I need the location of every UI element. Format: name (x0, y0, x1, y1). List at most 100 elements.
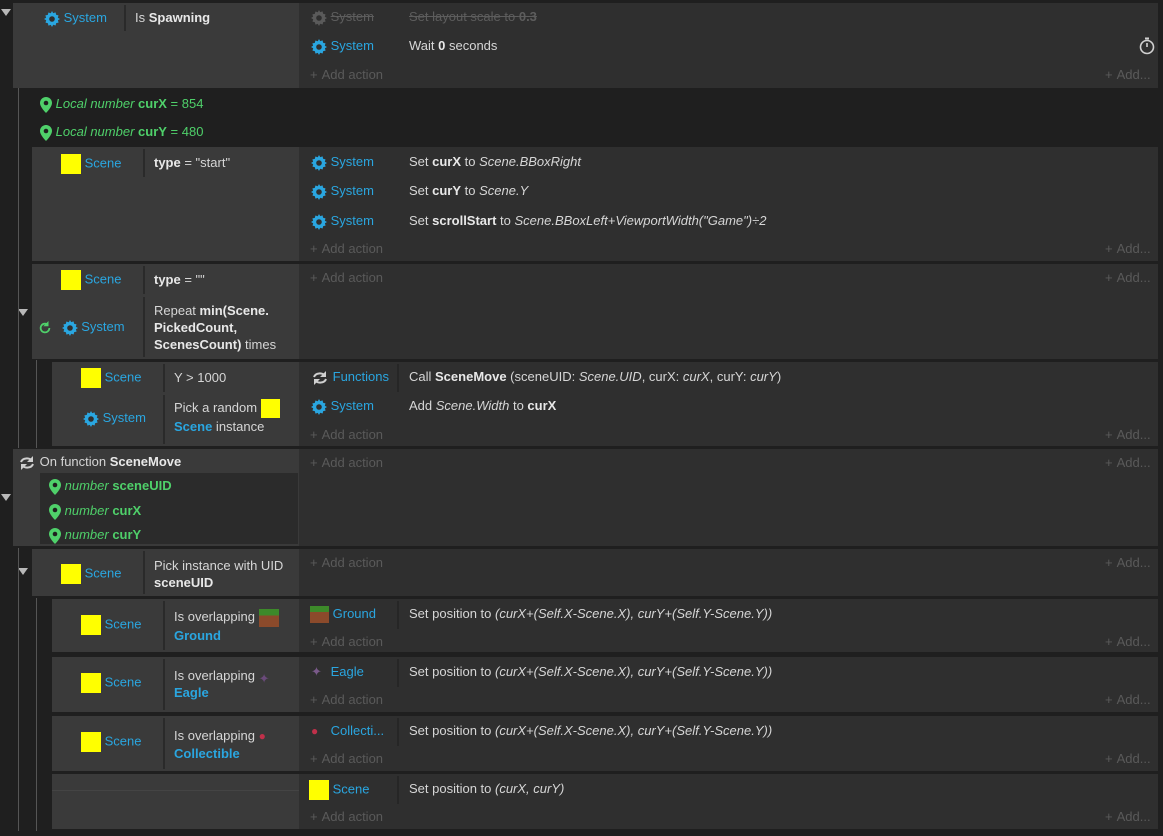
condition-row[interactable]: Scene (81, 615, 142, 635)
condition-row[interactable]: System (38, 319, 125, 336)
gear-icon (311, 39, 327, 55)
collapse-icon[interactable] (18, 309, 28, 316)
scene-swatch (260, 399, 280, 419)
add-more-button[interactable]: + Add... (1105, 270, 1151, 286)
object-name[interactable]: Eagle (331, 664, 364, 679)
map-pin-icon (49, 479, 61, 495)
action-text: Set curX to Scene.BBoxRight (409, 154, 582, 169)
action-text: Set curY to Scene.Y (409, 183, 529, 198)
add-more-button[interactable]: + Add... (1105, 241, 1151, 257)
action-row-disabled[interactable]: System (311, 9, 374, 26)
map-pin-icon (49, 504, 61, 520)
add-more-button[interactable]: + Add... (1105, 692, 1151, 708)
condition-row[interactable]: Scene (81, 673, 142, 693)
condition-row[interactable]: Scene (61, 154, 122, 174)
add-action-button[interactable]: + Add action (310, 270, 383, 286)
add-action-button[interactable]: + Add action (310, 427, 383, 443)
map-pin-icon (49, 528, 61, 544)
local-variable[interactable]: Local number curX = 854 (40, 96, 203, 113)
action-text: Wait 0 seconds (409, 38, 498, 53)
condition-block-empty[interactable] (52, 774, 299, 829)
object-name[interactable]: Scene (105, 674, 142, 689)
function-arrows-icon (311, 370, 329, 386)
add-more-button[interactable]: + Add... (1105, 67, 1151, 83)
add-more-button[interactable]: + Add... (1105, 634, 1151, 650)
object-name[interactable]: Scene (105, 733, 142, 748)
object-name[interactable]: Scene (333, 781, 370, 796)
condition-text: Pick instance with UID sceneUID (154, 558, 284, 590)
condition-text: Y > 1000 (174, 370, 227, 385)
condition-text: Is overlapping ✦ Eagle (174, 667, 273, 701)
function-parameter[interactable]: number curY (49, 527, 141, 544)
function-parameter[interactable]: number sceneUID (49, 478, 172, 495)
object-name[interactable]: System (331, 9, 374, 24)
object-name[interactable]: Functions (333, 369, 389, 384)
condition-text: Is Spawning (135, 10, 211, 25)
loop-icon (38, 321, 52, 335)
condition-row[interactable]: Scene (81, 368, 142, 388)
function-parameter[interactable]: number curX (49, 503, 141, 520)
add-action-button[interactable]: + Add action (310, 809, 383, 825)
function-title[interactable]: On function SceneMove (18, 454, 181, 471)
add-action-button[interactable]: + Add action (310, 751, 383, 767)
add-action-button[interactable]: + Add action (310, 67, 383, 83)
scene-swatch (81, 368, 101, 388)
add-more-button[interactable]: + Add... (1105, 455, 1151, 471)
object-name[interactable]: System (103, 410, 146, 425)
add-action-button[interactable]: + Add action (310, 241, 383, 257)
object-name[interactable]: System (81, 319, 124, 334)
action-row[interactable]: Ground (310, 606, 376, 624)
collapse-icon[interactable] (18, 568, 28, 575)
action-row[interactable]: Functions (311, 369, 389, 386)
condition-text: Repeat min(Scene. PickedCount, ScenesCou… (154, 303, 277, 352)
local-variable[interactable]: Local number curY = 480 (40, 124, 203, 141)
action-row[interactable]: System (311, 213, 374, 230)
scene-swatch (309, 780, 329, 800)
object-name[interactable]: System (331, 213, 374, 228)
action-row[interactable]: Scene (309, 780, 370, 800)
gear-icon (83, 411, 99, 427)
cherry-sprite-icon: ● (311, 724, 319, 738)
object-name[interactable]: Collecti... (331, 723, 384, 738)
object-name[interactable]: System (331, 183, 374, 198)
add-action-button[interactable]: + Add action (310, 555, 383, 571)
stopwatch-icon (1139, 37, 1155, 55)
ground-sprite-icon (258, 608, 279, 627)
object-name[interactable]: System (331, 154, 374, 169)
object-name[interactable]: System (64, 10, 107, 25)
scene-swatch (61, 270, 81, 290)
add-action-button[interactable]: + Add action (310, 692, 383, 708)
object-name[interactable]: Scene (105, 369, 142, 384)
condition-row[interactable]: System (83, 410, 146, 427)
add-action-button[interactable]: + Add action (310, 634, 383, 650)
action-text: Set scrollStart to Scene.BBoxLeft+Viewpo… (409, 213, 767, 228)
condition-text: Pick a random Scene instance (174, 399, 280, 435)
object-name[interactable]: Ground (333, 606, 376, 621)
action-row[interactable]: System (311, 183, 374, 200)
add-more-button[interactable]: + Add... (1105, 555, 1151, 571)
object-name[interactable]: System (331, 38, 374, 53)
object-name[interactable]: Scene (105, 616, 142, 631)
add-more-button[interactable]: + Add... (1105, 751, 1151, 767)
action-text: Set position to (curX, curY) (409, 781, 565, 796)
object-name[interactable]: Scene (85, 155, 122, 170)
add-more-button[interactable]: + Add... (1105, 427, 1151, 443)
condition-text: Is overlapping Ground (174, 608, 279, 645)
condition-row[interactable]: Scene (61, 564, 122, 584)
collapse-icon[interactable] (1, 494, 11, 501)
action-row[interactable]: System (311, 154, 374, 171)
action-row[interactable]: System (311, 38, 374, 55)
action-row[interactable]: ✦ Eagle (311, 664, 364, 680)
condition-row[interactable]: System (44, 10, 107, 27)
add-more-button[interactable]: + Add... (1105, 809, 1151, 825)
object-name[interactable]: System (331, 398, 374, 413)
object-name[interactable]: Scene (85, 565, 122, 580)
add-action-button[interactable]: + Add action (310, 455, 383, 471)
action-row[interactable]: System (311, 398, 374, 415)
condition-row[interactable]: Scene (61, 270, 122, 290)
collapse-icon[interactable] (1, 9, 11, 16)
condition-row[interactable]: Scene (81, 732, 142, 752)
object-name[interactable]: Scene (85, 271, 122, 286)
action-row[interactable]: ● Collecti... (311, 723, 384, 739)
action-text: Set position to (curX+(Self.X-Scene.X), … (409, 606, 773, 621)
